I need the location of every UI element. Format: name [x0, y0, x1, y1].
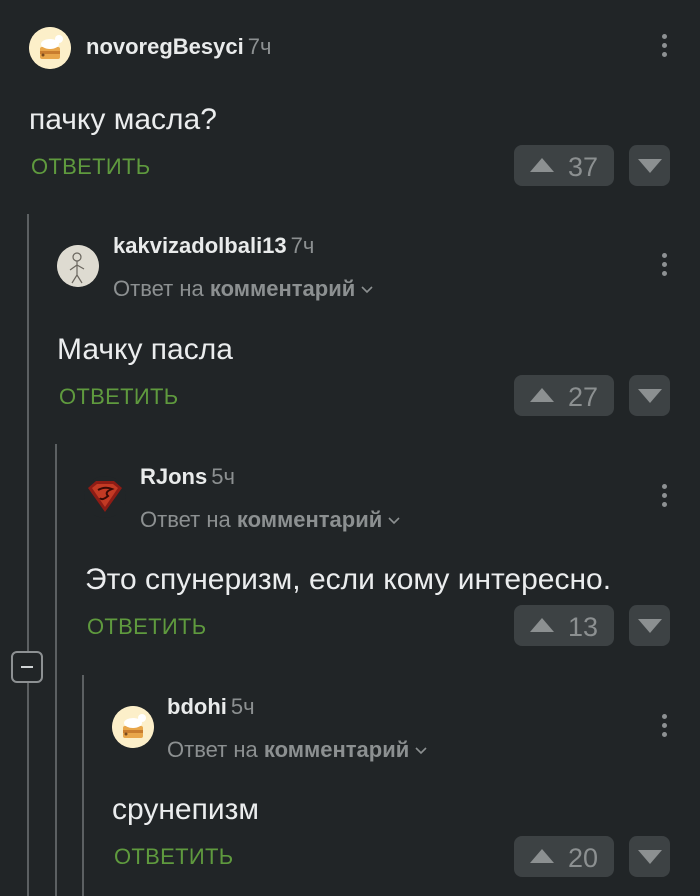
upvote-button[interactable]: 37	[514, 145, 614, 186]
comment-body: Это спунеризм, если кому интересно.	[85, 563, 612, 596]
rating-count: 27	[568, 382, 599, 412]
arrow-down-icon	[638, 850, 662, 864]
user-avatar[interactable]	[84, 476, 126, 518]
rating-count: 20	[568, 843, 599, 873]
user-avatar[interactable]	[112, 706, 154, 748]
upvote-button[interactable]: 20	[514, 836, 614, 877]
more-options-icon[interactable]	[662, 714, 668, 741]
collapse-thread-button[interactable]	[11, 651, 43, 683]
arrow-up-icon	[530, 849, 554, 863]
reply-button[interactable]: ОТВЕТИТЬ	[31, 154, 150, 180]
thread-line-level-1	[27, 214, 29, 896]
username[interactable]: novoregBesyci 7ч	[86, 34, 271, 60]
thread-line-level-2	[55, 444, 57, 896]
reply-to[interactable]: Ответ на комментарий	[113, 276, 373, 302]
downvote-button[interactable]	[629, 375, 670, 416]
username-text[interactable]: novoregBesyci	[86, 34, 244, 59]
more-options-icon[interactable]	[662, 484, 668, 511]
chevron-down-icon[interactable]	[415, 747, 427, 755]
cake-avatar-icon	[29, 27, 71, 69]
reply-button[interactable]: ОТВЕТИТЬ	[59, 384, 178, 410]
user-avatar[interactable]	[57, 245, 99, 287]
comment-time: 5ч	[211, 464, 235, 489]
reply-to-prefix: Ответ на	[113, 276, 204, 301]
cake-avatar-icon	[112, 706, 154, 748]
more-options-icon[interactable]	[662, 34, 668, 61]
comment-time: 7ч	[247, 34, 272, 59]
upvote-button[interactable]: 27	[514, 375, 614, 416]
chevron-down-icon[interactable]	[361, 286, 373, 294]
reply-to-prefix: Ответ на	[167, 737, 258, 762]
comment-body: Мачку пасла	[57, 333, 233, 366]
reply-to[interactable]: Ответ на комментарий	[140, 507, 400, 533]
user-avatar[interactable]	[29, 27, 71, 69]
arrow-up-icon	[530, 618, 554, 632]
reply-to-target[interactable]: комментарий	[210, 276, 355, 301]
arrow-down-icon	[638, 159, 662, 173]
downvote-button[interactable]	[629, 145, 670, 186]
username[interactable]: kakvizadolbali13 7ч	[113, 233, 314, 259]
more-options-icon[interactable]	[662, 253, 668, 280]
rating-count: 13	[568, 612, 599, 642]
username-text[interactable]: kakvizadolbali13	[113, 233, 287, 258]
reply-button[interactable]: ОТВЕТИТЬ	[114, 844, 233, 870]
comment-body: срунепизм	[112, 793, 259, 826]
arrow-up-icon	[530, 158, 554, 172]
username-text[interactable]: bdohi	[167, 694, 227, 719]
reply-to[interactable]: Ответ на комментарий	[167, 737, 427, 763]
username-text[interactable]: RJons	[140, 464, 207, 489]
comment-time: 5ч	[230, 694, 255, 719]
reply-to-target[interactable]: комментарий	[264, 737, 409, 762]
reply-to-target[interactable]: комментарий	[237, 507, 382, 532]
arrow-up-icon	[530, 388, 554, 402]
sketch-avatar-icon	[57, 245, 99, 287]
comment-time: 7ч	[290, 233, 315, 258]
upvote-button[interactable]: 13	[514, 605, 614, 646]
username[interactable]: bdohi 5ч	[167, 694, 255, 720]
rating-count: 37	[568, 152, 599, 182]
username[interactable]: RJons 5ч	[140, 464, 235, 490]
arrow-down-icon	[638, 619, 662, 633]
reply-button[interactable]: ОТВЕТИТЬ	[87, 614, 206, 640]
downvote-button[interactable]	[629, 836, 670, 877]
superman-avatar-icon	[88, 481, 122, 512]
comment-body: пачку масла?	[29, 103, 217, 136]
arrow-down-icon	[638, 389, 662, 403]
reply-to-prefix: Ответ на	[140, 507, 231, 532]
thread-line-level-3	[82, 675, 84, 896]
downvote-button[interactable]	[629, 605, 670, 646]
chevron-down-icon[interactable]	[388, 517, 400, 525]
